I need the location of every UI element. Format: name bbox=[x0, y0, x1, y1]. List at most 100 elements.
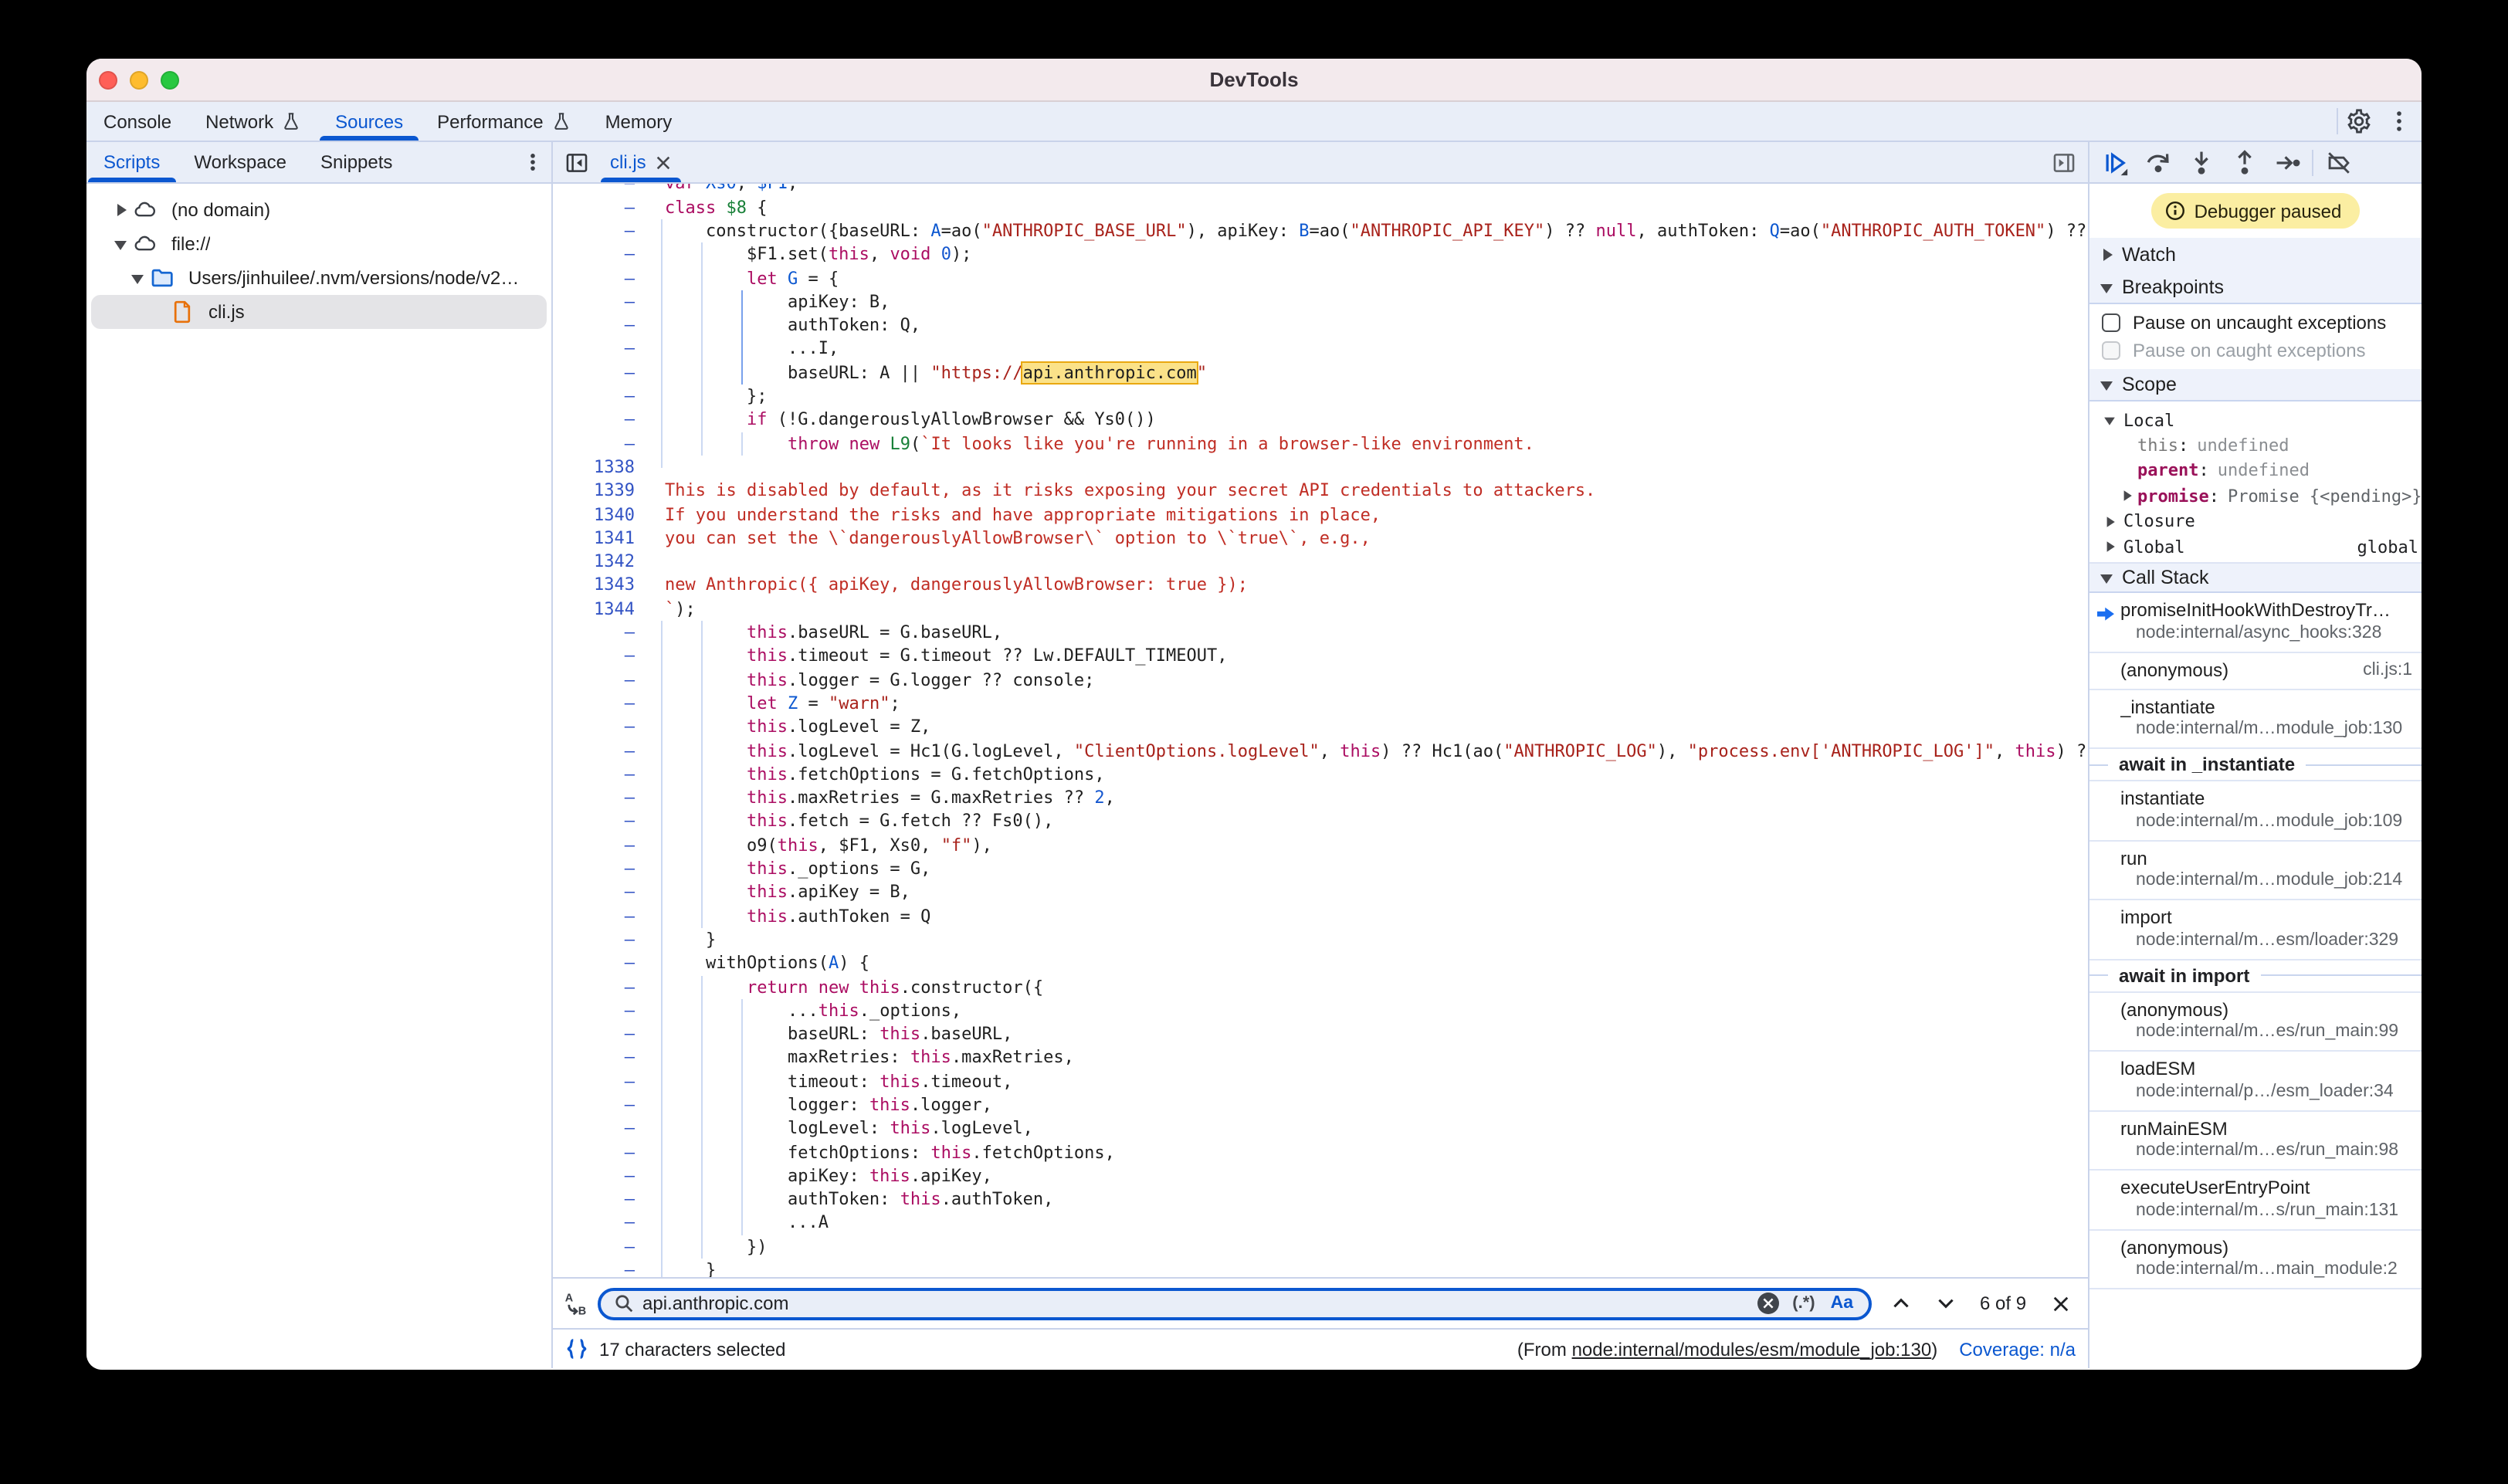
line-number[interactable]: – bbox=[553, 881, 649, 905]
code-line[interactable]: – return new this.constructor({ bbox=[553, 975, 2088, 999]
line-number[interactable]: – bbox=[553, 219, 649, 243]
code-line[interactable]: – o9(this, $F1, Xs0, "f"), bbox=[553, 833, 2088, 857]
line-number[interactable]: – bbox=[553, 243, 649, 267]
collapse-navigator-icon[interactable] bbox=[556, 142, 596, 182]
line-number[interactable]: – bbox=[553, 975, 649, 999]
code-line[interactable]: – this.apiKey = B, bbox=[553, 881, 2088, 905]
code-line[interactable]: – $F1.set(this, void 0); bbox=[553, 243, 2088, 267]
tab-performance[interactable]: Performance bbox=[420, 102, 588, 141]
code-line[interactable]: – let Z = "warn"; bbox=[553, 692, 2088, 716]
code-line[interactable]: 1339This is disabled by default, as it r… bbox=[553, 479, 2088, 503]
step-out-icon[interactable] bbox=[2222, 141, 2266, 183]
call-stack-frame[interactable]: _instantiatenode:internal/m…module_job:1… bbox=[2089, 690, 2422, 750]
code-line[interactable]: – logger: this.logger, bbox=[553, 1093, 2088, 1117]
search-input[interactable]: api.anthropic.com (.*) Aa bbox=[598, 1287, 1872, 1320]
line-number[interactable]: – bbox=[553, 1093, 649, 1117]
coverage-link[interactable]: Coverage: n/a bbox=[1959, 1338, 2076, 1360]
code-line[interactable]: – this.logLevel = Z, bbox=[553, 715, 2088, 739]
code-line[interactable]: – this.authToken = Q bbox=[553, 904, 2088, 928]
match-case-toggle[interactable]: Aa bbox=[1831, 1294, 1853, 1313]
line-number[interactable]: – bbox=[553, 195, 649, 219]
code-line[interactable]: – let G = { bbox=[553, 266, 2088, 290]
call-stack-frame[interactable]: importnode:internal/m…esm/loader:329 bbox=[2089, 901, 2422, 961]
breakpoints-section-header[interactable]: Breakpoints bbox=[2089, 271, 2422, 304]
line-number[interactable]: – bbox=[553, 951, 649, 975]
tab-console[interactable]: Console bbox=[86, 102, 188, 141]
scope-row-this[interactable]: this:undefined bbox=[2089, 433, 2422, 459]
code-line[interactable]: –class $8 { bbox=[553, 195, 2088, 219]
line-number[interactable]: – bbox=[553, 763, 649, 787]
code-line[interactable]: – this.baseURL = G.baseURL, bbox=[553, 621, 2088, 645]
line-number[interactable]: – bbox=[553, 408, 649, 432]
line-number[interactable]: – bbox=[553, 1069, 649, 1093]
line-number[interactable]: – bbox=[553, 1140, 649, 1164]
code-line[interactable]: – ...A bbox=[553, 1211, 2088, 1235]
line-number[interactable]: – bbox=[553, 184, 649, 195]
editor-tab-clijs[interactable]: cli.js bbox=[596, 142, 686, 182]
call-stack-frame[interactable]: instantiatenode:internal/m…module_job:10… bbox=[2089, 782, 2422, 842]
scope-section-header[interactable]: Scope bbox=[2089, 369, 2422, 401]
code-line[interactable]: – this.timeout = G.timeout ?? Lw.DEFAULT… bbox=[553, 645, 2088, 669]
line-number[interactable]: – bbox=[553, 290, 649, 314]
tab-memory[interactable]: Memory bbox=[588, 102, 690, 141]
code-line[interactable]: 1340If you understand the risks and have… bbox=[553, 503, 2088, 527]
tree-item-cli-js[interactable]: cli.js bbox=[91, 295, 547, 329]
code-line[interactable]: – baseURL: A || "https://api.anthropic.c… bbox=[553, 361, 2088, 385]
close-tab-icon[interactable] bbox=[656, 154, 673, 171]
line-number[interactable]: – bbox=[553, 692, 649, 716]
code-line[interactable]: – } bbox=[553, 928, 2088, 952]
line-number[interactable]: 1338 bbox=[553, 456, 649, 479]
tree-item-users-jinhuilee-nvm-versions-node-v2-[interactable]: Users/jinhuilee/.nvm/versions/node/v2… bbox=[91, 261, 547, 295]
code-line[interactable]: – ...I, bbox=[553, 337, 2088, 361]
deactivate-breakpoints-icon[interactable] bbox=[2317, 141, 2360, 183]
code-line[interactable]: – throw new L9(`It looks like you're run… bbox=[553, 432, 2088, 456]
chevron-right-icon[interactable] bbox=[2104, 541, 2115, 552]
line-number[interactable]: – bbox=[553, 1211, 649, 1235]
code-line[interactable]: – baseURL: this.baseURL, bbox=[553, 1022, 2088, 1046]
tree-item-file-[interactable]: file:// bbox=[91, 227, 547, 261]
tree-item--no-domain-[interactable]: (no domain) bbox=[91, 193, 547, 227]
close-find-bar-icon[interactable] bbox=[2042, 1285, 2079, 1322]
code-line[interactable]: – maxRetries: this.maxRetries, bbox=[553, 1046, 2088, 1070]
call-stack-frame[interactable]: runMainESMnode:internal/m…es/run_main:98 bbox=[2089, 1112, 2422, 1171]
previous-match-icon[interactable] bbox=[1883, 1285, 1920, 1322]
code-line[interactable]: – this.fetch = G.fetch ?? Fs0(), bbox=[553, 810, 2088, 834]
line-number[interactable]: – bbox=[553, 786, 649, 810]
code-line[interactable]: – timeout: this.timeout, bbox=[553, 1069, 2088, 1093]
navigator-tab-scripts[interactable]: Scripts bbox=[86, 142, 177, 182]
line-number[interactable]: – bbox=[553, 313, 649, 337]
call-stack-frame[interactable]: runnode:internal/m…module_job:214 bbox=[2089, 842, 2422, 901]
call-stack-frame[interactable]: executeUserEntryPointnode:internal/m…s/r… bbox=[2089, 1171, 2422, 1231]
line-number[interactable]: 1339 bbox=[553, 479, 649, 503]
tab-network[interactable]: Network bbox=[188, 102, 318, 141]
call-stack-frame[interactable]: (anonymous)cli.js:1 bbox=[2089, 653, 2422, 690]
line-number[interactable]: 1340 bbox=[553, 503, 649, 527]
step-into-icon[interactable] bbox=[2179, 141, 2222, 183]
scope-row-global[interactable]: Globalglobal bbox=[2089, 534, 2422, 560]
line-number[interactable]: 1341 bbox=[553, 527, 649, 551]
line-number[interactable]: – bbox=[553, 337, 649, 361]
call-stack-frame[interactable]: loadESMnode:internal/p…/esm_loader:34 bbox=[2089, 1052, 2422, 1112]
next-match-icon[interactable] bbox=[1927, 1285, 1964, 1322]
code-line[interactable]: – this.logger = G.logger ?? console; bbox=[553, 668, 2088, 692]
line-number[interactable]: – bbox=[553, 1188, 649, 1211]
chevron-down-icon[interactable] bbox=[131, 272, 144, 284]
code-line[interactable]: – }; bbox=[553, 385, 2088, 408]
navigator-tab-workspace[interactable]: Workspace bbox=[177, 142, 303, 182]
code-line[interactable]: 1344`); bbox=[553, 598, 2088, 622]
line-number[interactable]: – bbox=[553, 361, 649, 385]
line-number[interactable]: – bbox=[553, 833, 649, 857]
line-number[interactable]: 1342 bbox=[553, 550, 649, 574]
line-number[interactable]: – bbox=[553, 904, 649, 928]
code-line[interactable]: – fetchOptions: this.fetchOptions, bbox=[553, 1140, 2088, 1164]
code-line[interactable]: – } bbox=[553, 1259, 2088, 1277]
code-line[interactable]: – constructor({baseURL: A=ao("ANTHROPIC_… bbox=[553, 219, 2088, 243]
call-stack-section-header[interactable]: Call Stack bbox=[2089, 563, 2422, 594]
chevron-right-icon[interactable] bbox=[2104, 517, 2115, 527]
line-number[interactable]: – bbox=[553, 1259, 649, 1277]
line-number[interactable]: – bbox=[553, 810, 649, 834]
line-number[interactable]: – bbox=[553, 1046, 649, 1070]
code-line[interactable]: – apiKey: this.apiKey, bbox=[553, 1164, 2088, 1188]
code-line[interactable]: 1341you can set the \`dangerouslyAllowBr… bbox=[553, 527, 2088, 551]
code-line[interactable]: – this._options = G, bbox=[553, 857, 2088, 881]
